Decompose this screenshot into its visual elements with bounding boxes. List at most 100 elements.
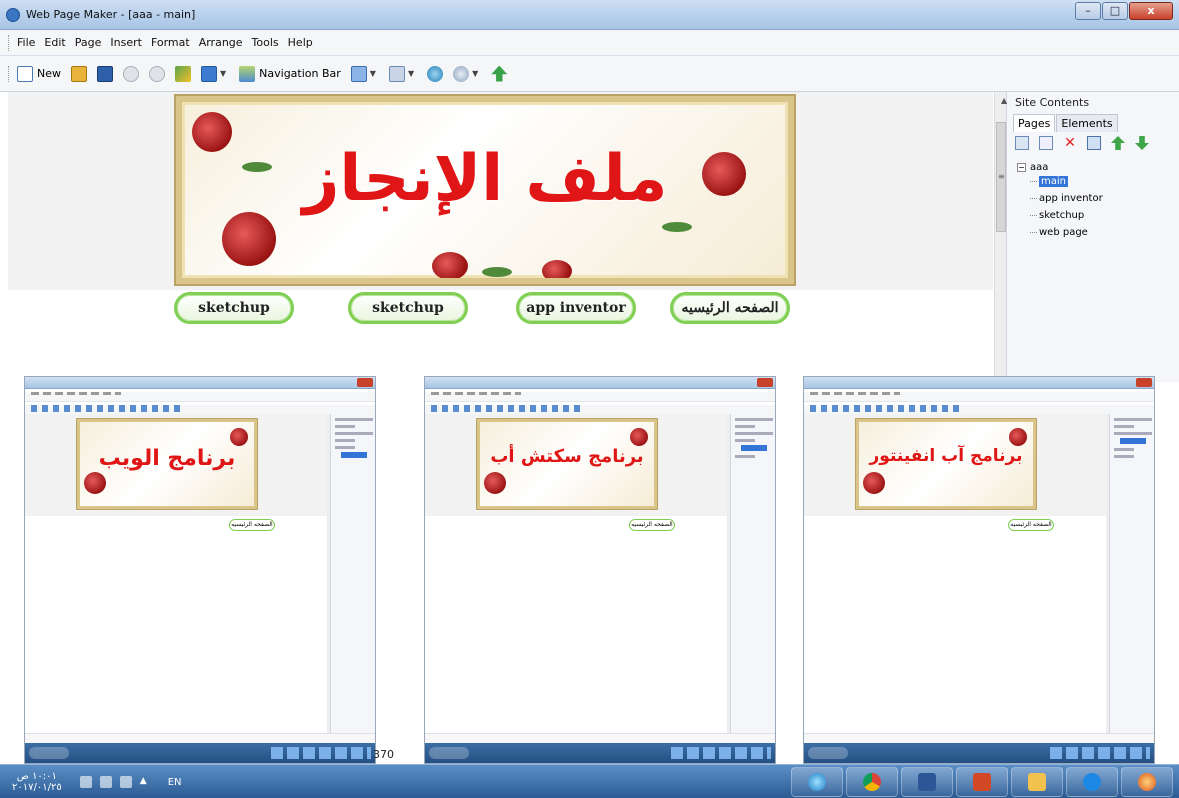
panel-line [1114, 432, 1152, 435]
menu-file[interactable]: File [17, 36, 35, 49]
thumbnail-banner: برنامج سكتش أب [476, 418, 658, 510]
panel-line [335, 446, 355, 449]
taskbar-word[interactable] [901, 767, 953, 797]
nav-button-home[interactable]: الصفحه الرئيسيه [670, 292, 790, 324]
chevron-down-icon[interactable]: ▼ [472, 69, 478, 78]
navigation-bar-button[interactable]: Navigation Bar [239, 65, 341, 82]
move-up-arrow-icon[interactable] [1111, 136, 1125, 150]
nav-button-sketchup-1[interactable]: sketchup [174, 292, 294, 324]
publish-button[interactable] [491, 65, 508, 82]
taskbar-chrome[interactable] [846, 767, 898, 797]
thumbnail-banner-title: برنامج سكتش أب [490, 446, 644, 467]
tab-pages[interactable]: Pages [1013, 114, 1056, 132]
flag-icon[interactable] [119, 776, 132, 788]
check-button[interactable]: ▼ [388, 65, 417, 82]
chevron-down-icon[interactable]: ▼ [370, 69, 376, 78]
save-disk-icon [97, 65, 113, 82]
thumbnail-menu [804, 392, 1154, 402]
canvas-scrollbar[interactable]: ≡ [994, 92, 1006, 382]
open-button[interactable] [71, 65, 87, 82]
show-hidden-icons-icon[interactable]: ▲ [140, 776, 152, 788]
start-orb-icon [808, 747, 848, 759]
chevron-down-icon[interactable]: ▼ [220, 69, 226, 78]
start-button[interactable] [1121, 767, 1173, 797]
menu-arrange[interactable]: Arrange [199, 36, 243, 49]
tree-item-main[interactable]: main [1030, 173, 1103, 190]
taskbar-powerpoint[interactable] [956, 767, 1008, 797]
open-folder-icon [71, 65, 87, 82]
tab-elements[interactable]: Elements [1056, 114, 1118, 132]
thumbnail-title-bar [425, 377, 775, 389]
panel-selection [341, 452, 367, 458]
design-canvas[interactable]: ملف الإنجاز sketchup sketchup app invent… [8, 92, 993, 382]
volume-icon[interactable] [79, 776, 92, 788]
thumbnail-banner-title: برنامج آب انفينتور [869, 446, 1023, 466]
thumbnail-screenshot-3: برنامج آب انفينتور الصفحه الرئيسيه [803, 376, 1155, 764]
language-indicator[interactable]: EN [168, 777, 182, 788]
word-icon [918, 773, 936, 791]
close-icon [1136, 378, 1152, 387]
tree-item-label: sketchup [1039, 210, 1085, 221]
scrollbar-grip-icon: ≡ [998, 172, 1005, 181]
start-orb-icon [29, 747, 69, 759]
undo-button[interactable] [123, 65, 139, 82]
panel-title: Site Contents [1015, 96, 1090, 109]
redo-button[interactable] [149, 65, 165, 82]
panel-line [335, 418, 373, 421]
maximize-button[interactable]: □ [1102, 2, 1128, 20]
preview-icon [427, 65, 444, 82]
internet-explorer-icon [1083, 773, 1101, 791]
collapse-caret-icon[interactable]: ▲ [1001, 96, 1007, 105]
menu-format[interactable]: Format [151, 36, 190, 49]
minimize-button[interactable]: – [1075, 2, 1101, 20]
menu-tools[interactable]: Tools [252, 36, 279, 49]
insert-text-button[interactable] [175, 65, 191, 82]
menu-edit[interactable]: Edit [44, 36, 65, 49]
banner-image[interactable]: ملف الإنجاز [174, 94, 796, 286]
zoom-button[interactable]: ▼ [453, 65, 481, 82]
nav-button-sketchup-2[interactable]: sketchup [348, 292, 468, 324]
tree-collapse-icon[interactable]: − [1017, 163, 1026, 172]
banner-title: ملف الإنجاز [302, 142, 668, 216]
network-icon[interactable] [99, 776, 112, 788]
menu-insert[interactable]: Insert [110, 36, 142, 49]
insert-image-button[interactable]: ▼ [201, 65, 229, 82]
thumbnail-title-bar [804, 377, 1154, 389]
tree-root[interactable]: − aaa [1017, 162, 1103, 173]
thumbnail-banner: برنامج آب انفينتور [855, 418, 1037, 510]
preview-button[interactable] [427, 65, 444, 82]
new-button[interactable]: New [17, 65, 61, 82]
move-down-arrow-icon[interactable] [1135, 136, 1149, 150]
delete-icon[interactable]: ✕ [1063, 136, 1077, 150]
menu-page[interactable]: Page [75, 36, 102, 49]
tree-item-web-page[interactable]: web page [1030, 224, 1103, 241]
page-button[interactable]: ▼ [350, 65, 379, 82]
navigation-bar-label: Navigation Bar [259, 67, 341, 80]
thumbnail-home-button: الصفحه الرئيسيه [229, 519, 275, 531]
tree-item-sketchup[interactable]: sketchup [1030, 207, 1103, 224]
pages-tree: − aaa main app inventor sketchup web pag… [1017, 162, 1103, 241]
menu-grip-icon [8, 34, 11, 51]
tree-item-app-inventor[interactable]: app inventor [1030, 190, 1103, 207]
add-page-icon[interactable] [1015, 136, 1029, 150]
taskbar-skype[interactable] [791, 767, 843, 797]
panel-line [735, 439, 755, 442]
thumbnail-screenshot-1: برنامج الويب الصفحه الرئيسيه [24, 376, 376, 764]
panel-selection [741, 445, 767, 451]
thumbnail-menu [425, 392, 775, 402]
menu-help[interactable]: Help [288, 36, 313, 49]
powerpoint-icon [973, 773, 991, 791]
close-icon [357, 378, 373, 387]
panel-line [735, 418, 773, 421]
taskbar-explorer[interactable] [1011, 767, 1063, 797]
copy-page-icon[interactable] [1039, 136, 1053, 150]
nav-button-app-inventor[interactable]: app inventor [516, 292, 636, 324]
close-button[interactable]: x [1129, 2, 1173, 20]
taskbar-ie[interactable] [1066, 767, 1118, 797]
thumbnail-taskbar [25, 743, 375, 763]
chevron-down-icon[interactable]: ▼ [408, 69, 414, 78]
page-properties-icon[interactable] [1087, 136, 1101, 150]
clock[interactable]: ١٠:٠١ ص ٢٠١٧/٠١/٢٥ [12, 771, 62, 793]
save-button[interactable] [97, 65, 113, 82]
thumbnail-panel [330, 414, 375, 734]
